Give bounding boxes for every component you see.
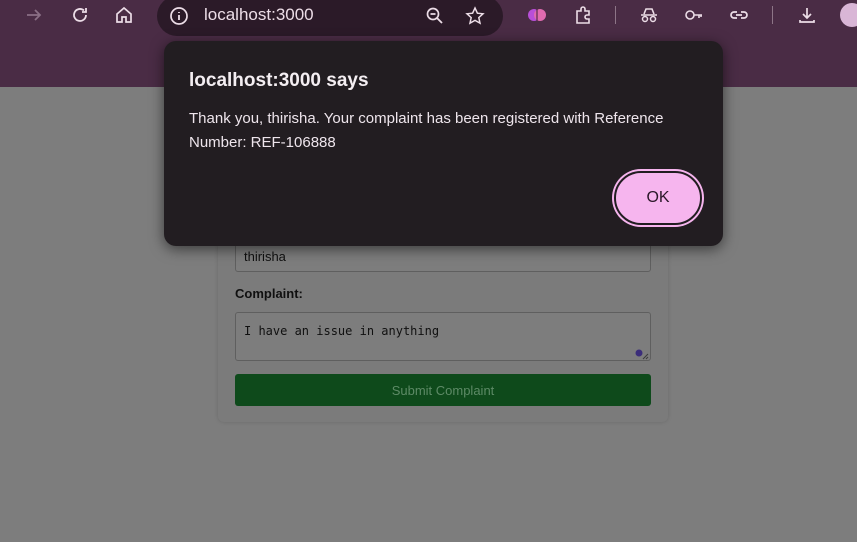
alert-dialog: localhost:3000 says Thank you, thirisha.… xyxy=(164,41,723,246)
toolbar-divider xyxy=(772,6,773,24)
ok-button[interactable]: OK xyxy=(614,171,702,225)
reload-icon[interactable] xyxy=(68,3,92,27)
complaint-label: Complaint: xyxy=(235,286,303,301)
site-info-icon[interactable] xyxy=(167,4,191,28)
dialog-message: Thank you, thirisha. Your complaint has … xyxy=(189,110,664,151)
zoom-icon[interactable] xyxy=(423,4,447,28)
download-icon[interactable] xyxy=(795,3,819,27)
address-bar[interactable]: localhost:3000 xyxy=(157,0,503,36)
profile-avatar[interactable] xyxy=(840,3,857,27)
extension-brain-icon[interactable] xyxy=(525,3,549,27)
home-icon[interactable] xyxy=(112,3,136,27)
extensions-puzzle-icon[interactable] xyxy=(571,3,595,27)
bookmark-star-icon[interactable] xyxy=(463,4,487,28)
password-key-icon[interactable] xyxy=(682,3,706,27)
url-text[interactable]: localhost:3000 xyxy=(204,5,314,25)
submit-complaint-button[interactable]: Submit Complaint xyxy=(235,374,651,406)
dialog-title: localhost:3000 says xyxy=(189,70,369,91)
forward-icon[interactable] xyxy=(22,3,46,27)
link-icon[interactable] xyxy=(727,3,751,27)
complaint-textarea[interactable]: I have an issue in anything xyxy=(235,312,651,361)
toolbar-divider xyxy=(615,6,616,24)
incognito-icon[interactable] xyxy=(637,3,661,27)
grammar-extension-icon[interactable] xyxy=(635,347,649,360)
